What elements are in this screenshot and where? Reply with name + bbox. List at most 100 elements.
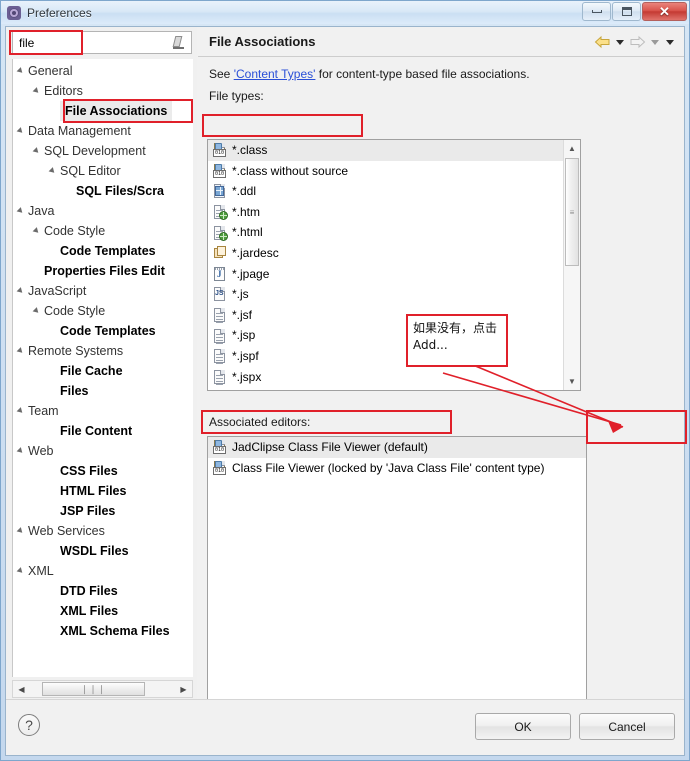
text-file-icon: [212, 328, 228, 344]
scroll-grip-icon: ≡: [569, 207, 575, 217]
file-type-row[interactable]: 010 *.class: [208, 140, 563, 161]
associated-editors-list[interactable]: 010 JadClipse Class File Viewer (default)…: [207, 436, 587, 716]
search-input-value: file: [19, 35, 35, 50]
forward-dropdown-caret-icon[interactable]: [651, 39, 659, 45]
class-file-icon: 010: [212, 163, 228, 179]
tree-item-editors[interactable]: Editors: [13, 81, 193, 101]
file-type-row[interactable]: *.jspx: [208, 367, 563, 388]
expand-arrow-icon[interactable]: [17, 401, 28, 421]
forward-arrow-icon: [629, 35, 646, 49]
tree-item-code-templates[interactable]: Code Templates: [13, 321, 193, 341]
tree-item-wsdl-files[interactable]: WSDL Files: [13, 541, 193, 561]
tree-item-properties-files-edit[interactable]: Properties Files Edit: [13, 261, 193, 281]
see-suffix: for content-type based file associations…: [315, 67, 530, 81]
hscroll-grip-icon: ❘❘❘: [80, 683, 107, 694]
file-type-row[interactable]: *.jardesc: [208, 243, 563, 264]
expand-arrow-icon[interactable]: [17, 201, 28, 221]
file-type-row-label: *.html: [232, 225, 263, 240]
expand-arrow-icon[interactable]: [33, 301, 44, 321]
scroll-up-icon[interactable]: ▲: [564, 140, 580, 157]
scroll-left-icon[interactable]: ◀: [13, 681, 30, 697]
content-types-link[interactable]: 'Content Types': [234, 67, 316, 81]
associated-editor-row[interactable]: 010 Class File Viewer (locked by 'Java Cl…: [208, 458, 586, 479]
content-types-hint: See 'Content Types' for content-type bas…: [198, 58, 684, 81]
file-type-row-label: *.htm: [232, 204, 261, 219]
file-type-row[interactable]: *.htm: [208, 202, 563, 223]
file-types-list[interactable]: 010 *.class 010 *.class without source *.ddl…: [207, 139, 581, 391]
expand-arrow-icon[interactable]: [17, 561, 28, 581]
tree-item-data-management[interactable]: Data Management: [13, 121, 193, 141]
file-type-row[interactable]: J *.jpage: [208, 264, 563, 285]
preferences-window: Preferences ✕ file General Editors File As…: [0, 0, 690, 761]
tree-item-label: SQL Development: [44, 144, 146, 158]
tree-item-xml-files[interactable]: XML Files: [13, 601, 193, 621]
page-menu-caret-icon[interactable]: [666, 39, 674, 45]
cancel-button[interactable]: Cancel: [579, 713, 675, 740]
scroll-right-icon[interactable]: ▶: [175, 681, 192, 697]
file-type-row[interactable]: *.jsf: [208, 305, 563, 326]
tree-item-code-templates[interactable]: Code Templates: [13, 241, 193, 261]
back-arrow-icon[interactable]: [594, 35, 611, 49]
file-type-row[interactable]: *.jspf: [208, 346, 563, 367]
expand-arrow-icon[interactable]: [17, 61, 28, 81]
search-input[interactable]: file: [12, 31, 192, 54]
expand-arrow-icon[interactable]: [17, 281, 28, 301]
file-type-row[interactable]: *.html: [208, 222, 563, 243]
tree-item-remote-systems[interactable]: Remote Systems: [13, 341, 193, 361]
expand-arrow-icon[interactable]: [33, 81, 44, 101]
tree-item-web[interactable]: Web: [13, 441, 193, 461]
hscroll-thumb[interactable]: ❘❘❘: [42, 682, 145, 696]
file-types-scroll-thumb[interactable]: ≡: [565, 158, 579, 266]
file-type-row[interactable]: *.ddl: [208, 181, 563, 202]
tree-item-files[interactable]: Files: [13, 381, 193, 401]
tree-item-file-cache[interactable]: File Cache: [13, 361, 193, 381]
tree-item-jsp-files[interactable]: JSP Files: [13, 501, 193, 521]
tree-item-label: DTD Files: [60, 584, 118, 598]
expand-arrow-icon[interactable]: [33, 221, 44, 241]
associated-editor-row[interactable]: 010 JadClipse Class File Viewer (default): [208, 437, 586, 458]
tree-item-sql-development[interactable]: SQL Development: [13, 141, 193, 161]
tree-item-team[interactable]: Team: [13, 401, 193, 421]
expand-arrow-icon[interactable]: [33, 141, 44, 161]
eraser-icon[interactable]: [170, 34, 188, 51]
tree-item-label: Code Style: [44, 224, 106, 238]
expand-arrow-icon[interactable]: [17, 441, 28, 461]
tree-item-general[interactable]: General: [13, 61, 193, 81]
tree-item-html-files[interactable]: HTML Files: [13, 481, 193, 501]
close-button[interactable]: ✕: [642, 2, 687, 21]
file-type-row[interactable]: JS *.js: [208, 284, 563, 305]
tree-item-css-files[interactable]: CSS Files: [13, 461, 193, 481]
javascript-file-icon: JS: [212, 286, 228, 302]
tree-item-code-style[interactable]: Code Style: [13, 221, 193, 241]
scroll-down-icon[interactable]: ▼: [564, 373, 580, 390]
help-icon[interactable]: ?: [18, 714, 40, 736]
tree-item-java[interactable]: Java: [13, 201, 193, 221]
back-dropdown-caret-icon[interactable]: [616, 39, 624, 45]
tree-item-xml-schema-files[interactable]: XML Schema Files: [13, 621, 193, 641]
tree-item-sql-editor[interactable]: SQL Editor: [13, 161, 193, 181]
expand-arrow-icon[interactable]: [17, 121, 28, 141]
tree-item-file-associations[interactable]: File Associations: [13, 101, 193, 121]
expand-arrow-icon[interactable]: [17, 521, 28, 541]
maximize-button[interactable]: [612, 2, 641, 21]
tree-item-file-content[interactable]: File Content: [13, 421, 193, 441]
tree-item-xml[interactable]: XML: [13, 561, 193, 581]
minimize-button[interactable]: [582, 2, 611, 21]
tree-item-web-services[interactable]: Web Services: [13, 521, 193, 541]
tree-item-code-style[interactable]: Code Style: [13, 301, 193, 321]
file-types-scrollbar[interactable]: ▲ ≡ ▼: [563, 140, 580, 390]
tree-item-sql-files-scra[interactable]: SQL Files/Scra: [13, 181, 193, 201]
expand-arrow-icon[interactable]: [49, 161, 60, 181]
tree-item-label: Web Services: [28, 524, 105, 538]
file-type-row[interactable]: *.jsp: [208, 325, 563, 346]
tree-item-javascript[interactable]: JavaScript: [13, 281, 193, 301]
ok-button[interactable]: OK: [475, 713, 571, 740]
tree-item-dtd-files[interactable]: DTD Files: [13, 581, 193, 601]
file-type-row[interactable]: 010 *.class without source: [208, 161, 563, 182]
expand-arrow-icon[interactable]: [17, 341, 28, 361]
see-prefix: See: [209, 67, 234, 81]
preferences-tree[interactable]: General Editors File Associations Data Mana…: [12, 59, 193, 677]
tree-horizontal-scrollbar[interactable]: ◀ ❘❘❘ ▶: [12, 680, 193, 698]
hscroll-track[interactable]: ❘❘❘: [30, 681, 175, 697]
file-type-row-label: *.jsf: [232, 307, 253, 322]
